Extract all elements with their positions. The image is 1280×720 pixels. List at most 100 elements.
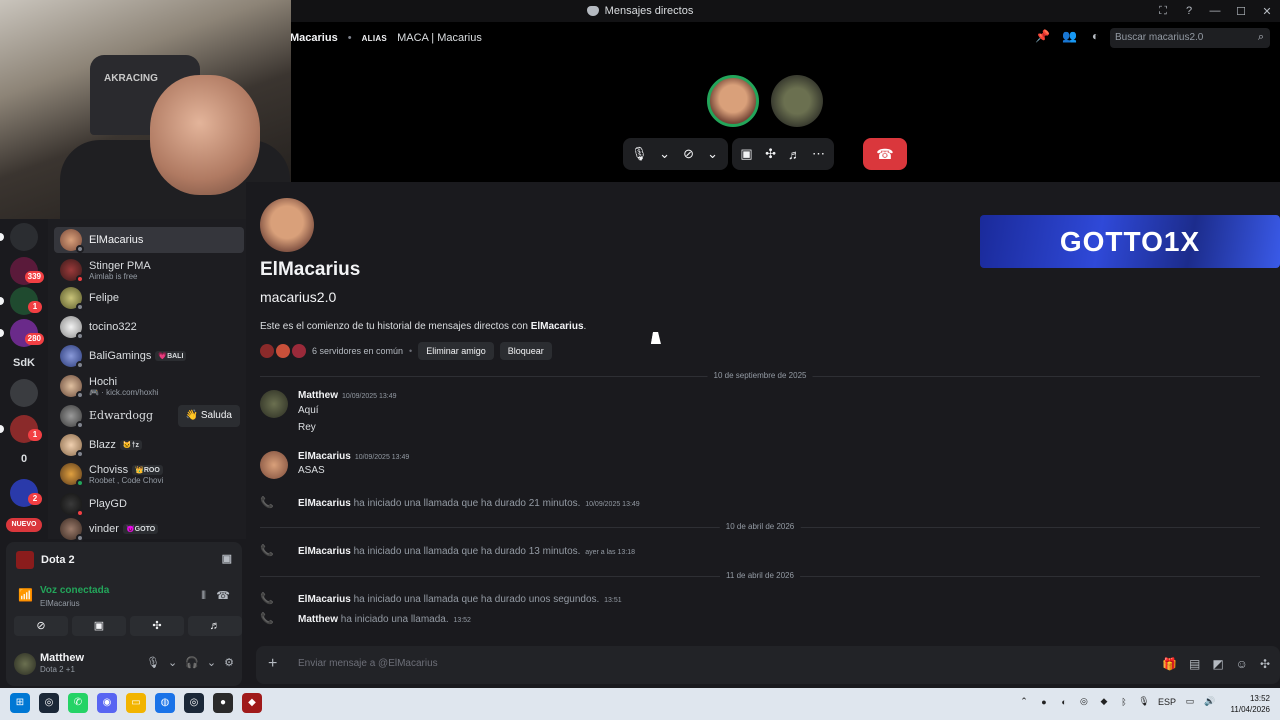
- dm-item-felipe[interactable]: Felipe: [54, 285, 244, 311]
- server-icon-6[interactable]: [10, 379, 38, 407]
- bluetooth-icon[interactable]: ᛒ: [1118, 697, 1130, 707]
- pin-icon[interactable]: 📌: [1035, 30, 1050, 43]
- dm-item-elmacarius[interactable]: ElMacarius: [54, 227, 244, 253]
- camera-off-icon[interactable]: ⊘: [14, 616, 68, 636]
- chevron-down-icon[interactable]: ⌄: [658, 146, 672, 162]
- plus-icon[interactable]: +: [268, 655, 277, 673]
- whatsapp-icon[interactable]: ✆: [68, 693, 88, 713]
- clock[interactable]: 13:52 11/04/2026: [1231, 693, 1270, 715]
- disconnect-icon[interactable]: ☎: [216, 589, 230, 602]
- dm-item-playgd[interactable]: PlayGD: [54, 491, 244, 517]
- gif-icon[interactable]: ▤: [1189, 657, 1200, 671]
- wave-button[interactable]: 👋 Saluda: [177, 405, 240, 427]
- block-button[interactable]: Bloquear: [499, 342, 552, 360]
- soundboard-icon[interactable]: ♬: [188, 616, 242, 636]
- avatar[interactable]: [260, 451, 288, 479]
- composer-placeholder[interactable]: Enviar mensaje a @ElMacarius: [298, 658, 438, 669]
- sticker-icon[interactable]: ◩: [1212, 657, 1223, 671]
- call-author[interactable]: Matthew: [298, 614, 338, 625]
- server-icon-3[interactable]: 1: [10, 287, 42, 315]
- intro-avatar[interactable]: [260, 198, 314, 252]
- call-author[interactable]: ElMacarius: [298, 498, 351, 509]
- stream-icon[interactable]: ▣: [222, 552, 232, 565]
- user-profile-icon[interactable]: ◐: [1089, 30, 1102, 43]
- call-author[interactable]: ElMacarius: [298, 546, 351, 557]
- chevron-up-icon[interactable]: ⌃: [1018, 696, 1030, 707]
- server-icon-1[interactable]: [10, 223, 38, 251]
- message-author[interactable]: ElMacarius: [298, 451, 351, 462]
- app-icon[interactable]: ●: [213, 693, 233, 713]
- chevron-down-icon[interactable]: ⌄: [706, 146, 720, 162]
- discord-icon[interactable]: ◉: [97, 693, 117, 713]
- call-avatar-elmacarius[interactable]: [707, 75, 759, 127]
- voice-status[interactable]: Voz conectada: [40, 585, 109, 596]
- noise-suppression-icon[interactable]: ⦀: [201, 590, 206, 603]
- help-icon[interactable]: ?: [1176, 5, 1202, 17]
- network-icon[interactable]: ▭: [1184, 696, 1196, 707]
- server-icon-4[interactable]: 280: [10, 319, 44, 347]
- more-icon[interactable]: ⋯: [812, 146, 826, 162]
- search-input[interactable]: Buscar macarius2.0 ⌕: [1110, 28, 1270, 48]
- remove-friend-button[interactable]: Eliminar amigo: [418, 342, 494, 360]
- server-icon-7[interactable]: 1: [10, 415, 42, 443]
- dm-item-baligamings[interactable]: BaliGamings 💗BALI: [54, 343, 244, 369]
- apps-icon[interactable]: ✣: [1260, 657, 1270, 671]
- tray-app-icon[interactable]: ◎: [1078, 696, 1090, 707]
- dm-item-choviss[interactable]: Choviss 👑ROO Roobet , Code Chovi: [54, 461, 244, 487]
- maximize-button[interactable]: ☐: [1228, 5, 1254, 18]
- add-friends-icon[interactable]: 👥: [1062, 30, 1077, 43]
- game-panel[interactable]: Dota 2 ▣: [6, 542, 242, 578]
- dm-item-hochi[interactable]: Hochi 🎮 · kick.com/hoxhi: [54, 373, 244, 399]
- emoji-icon[interactable]: ☺: [1236, 657, 1248, 671]
- new-badge[interactable]: NUEVO: [6, 518, 42, 532]
- dm-item-tocino[interactable]: tocino322: [54, 314, 244, 340]
- dota-icon[interactable]: ◆: [242, 693, 262, 713]
- tray-app-icon[interactable]: ◆: [1098, 696, 1110, 707]
- activities-icon[interactable]: ✣: [764, 146, 778, 162]
- tray-app-icon[interactable]: ●: [1038, 697, 1050, 707]
- avatar[interactable]: [14, 653, 36, 675]
- chevron-down-icon[interactable]: ⌄: [207, 656, 216, 669]
- microphone-icon[interactable]: 🎙: [1138, 696, 1150, 707]
- dm-item-vinder[interactable]: vinder 😈GOTO: [54, 516, 244, 542]
- language-indicator[interactable]: ESP: [1158, 697, 1176, 707]
- chrome-icon[interactable]: ◍: [155, 693, 175, 713]
- user-name[interactable]: Matthew: [40, 652, 84, 664]
- avatar[interactable]: [260, 390, 288, 418]
- minimize-button[interactable]: —: [1202, 5, 1228, 17]
- close-button[interactable]: ✕: [1254, 5, 1280, 18]
- steam-icon[interactable]: ◎: [39, 693, 59, 713]
- screen-share-icon[interactable]: ▣: [740, 146, 754, 162]
- screen-icon[interactable]: ⛶: [1150, 5, 1176, 18]
- gift-icon[interactable]: 🎁: [1162, 657, 1177, 671]
- chevron-down-icon[interactable]: ⌄: [168, 656, 177, 669]
- soundboard-icon[interactable]: ♬: [788, 147, 802, 162]
- tray-app-icon[interactable]: ◐: [1058, 697, 1070, 707]
- file-explorer-icon[interactable]: ▭: [126, 693, 146, 713]
- gear-icon[interactable]: ⚙: [224, 656, 234, 669]
- server-icon-zero[interactable]: 0: [10, 445, 38, 473]
- server-icon-9[interactable]: 2: [10, 479, 42, 507]
- activities-icon[interactable]: ✣: [130, 616, 184, 636]
- volume-icon[interactable]: 🔊: [1204, 696, 1216, 707]
- signal-icon[interactable]: 📶: [18, 588, 33, 602]
- windows-start-icon[interactable]: ⊞: [10, 693, 30, 713]
- dm-item-stinger[interactable]: Stinger PMA Aimlab is free: [54, 257, 244, 283]
- server-icon-2[interactable]: 339: [10, 257, 44, 285]
- microphone-icon[interactable]: 🎙: [146, 656, 160, 669]
- dm-item-blazz[interactable]: Blazz 🐱†z: [54, 432, 244, 458]
- message-author[interactable]: Matthew: [298, 390, 338, 401]
- mutual-servers[interactable]: 6 servidores en común: [312, 346, 403, 356]
- server-icon-sdk[interactable]: SdK: [10, 349, 38, 377]
- hangup-button[interactable]: ☎: [863, 138, 907, 170]
- message-composer[interactable]: + Enviar mensaje a @ElMacarius 🎁 ▤ ◩ ☺ ✣: [256, 646, 1280, 684]
- call-avatar-matthew[interactable]: [771, 75, 823, 127]
- headphones-icon[interactable]: 🎧: [185, 656, 199, 669]
- camera-off-icon[interactable]: ⊘: [682, 146, 696, 162]
- screen-share-icon[interactable]: ▣: [72, 616, 126, 636]
- call-author[interactable]: ElMacarius: [298, 594, 351, 605]
- voice-channel[interactable]: ElMacarius: [40, 599, 80, 608]
- microphone-icon[interactable]: 🎙: [631, 146, 648, 162]
- steam-icon[interactable]: ◎: [184, 693, 204, 713]
- dm-item-edwardogg[interactable]: Edwardogg 👋 Saluda: [54, 403, 244, 429]
